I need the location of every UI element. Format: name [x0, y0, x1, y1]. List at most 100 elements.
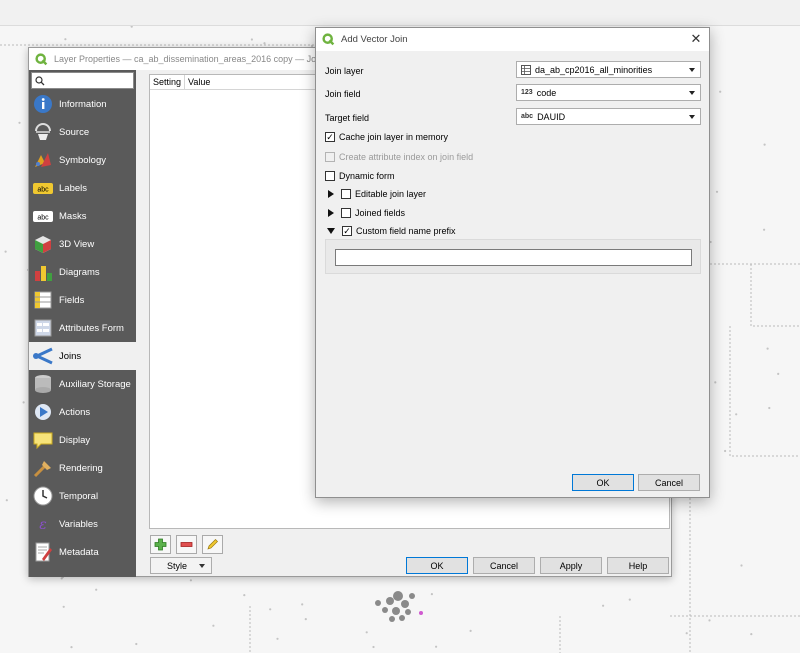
city-cluster: [375, 591, 415, 622]
table-layer-icon: [521, 64, 531, 75]
target-field-combo[interactable]: abc DAUID: [516, 108, 701, 125]
checkbox-box: [325, 152, 335, 162]
source-icon: [32, 121, 54, 143]
string-field-icon: abc: [521, 113, 534, 120]
sidebar-item-auxiliary-storage[interactable]: Auxiliary Storage: [29, 370, 136, 398]
checkmark-icon: ✓: [325, 131, 335, 142]
layer-properties-help-button[interactable]: Help: [607, 557, 669, 574]
svg-text:ε: ε: [39, 517, 47, 533]
join-layer-combo[interactable]: da_ab_cp2016_all_minorities: [516, 61, 701, 78]
expand-arrow-icon[interactable]: [328, 190, 334, 198]
editable-join-group[interactable]: Editable join layer: [328, 189, 426, 199]
joined-fields-label: Joined fields: [355, 208, 406, 218]
svg-text:abc: abc: [37, 215, 49, 222]
joined-fields-group[interactable]: Joined fields: [328, 208, 405, 218]
dialog-titlebar[interactable]: Add Vector Join: [316, 28, 709, 51]
sidebar-item-metadata[interactable]: Metadata: [29, 538, 136, 566]
sidebar-item-label: Fields: [59, 294, 85, 306]
target-field-label: Target field: [325, 113, 370, 123]
dynamic-form-checkbox[interactable]: Dynamic form: [325, 171, 395, 181]
collapse-arrow-icon[interactable]: [327, 228, 335, 234]
map-toolbar: [0, 0, 800, 26]
sidebar-item-label: Auxiliary Storage: [59, 378, 131, 390]
sidebar-item-temporal[interactable]: Temporal: [29, 482, 136, 510]
sidebar-item-label: Rendering: [59, 462, 103, 474]
display-icon: [32, 429, 54, 451]
column-header-setting[interactable]: Setting: [150, 75, 185, 89]
sidebar-item-label: 3D View: [59, 238, 95, 250]
join-field-label: Join field: [325, 89, 361, 99]
custom-prefix-group[interactable]: ✓ Custom field name prefix: [327, 226, 456, 236]
integer-field-icon: 123: [521, 89, 533, 96]
actions-icon: [32, 401, 54, 423]
3d-view-icon: [32, 233, 54, 255]
variables-icon: ε: [32, 513, 54, 535]
add-icon: [154, 538, 167, 551]
sidebar-item-attributes-form[interactable]: Attributes Form: [29, 314, 136, 342]
attributes-form-icon: [32, 317, 54, 339]
remove-icon: [180, 542, 193, 547]
fields-icon: [32, 289, 54, 311]
custom-prefix-label: Custom field name prefix: [356, 226, 456, 236]
ok-button-label: OK: [596, 477, 610, 488]
sidebar-item-label: Display: [59, 434, 91, 446]
sidebar-item-label: Attributes Form: [59, 322, 124, 334]
custom-prefix-input[interactable]: [335, 249, 692, 266]
sidebar-item-label: Diagrams: [59, 266, 100, 278]
layer-properties-sidebar: Information Source Symbology abc Labels abc Ma…: [29, 70, 136, 577]
cache-join-checkbox[interactable]: ✓ Cache join layer in memory: [325, 132, 448, 142]
chevron-down-icon: [199, 563, 205, 568]
add-join-button[interactable]: [150, 535, 171, 554]
expand-arrow-icon[interactable]: [328, 209, 334, 217]
chevron-down-icon: [689, 68, 695, 72]
sidebar-item-joins[interactable]: Joins: [29, 342, 136, 370]
diagrams-icon: [32, 261, 54, 283]
cache-join-label: Cache join layer in memory: [339, 132, 449, 142]
layer-properties-ok-button[interactable]: OK: [406, 557, 468, 574]
sidebar-item-3d-view[interactable]: 3D View: [29, 230, 136, 258]
add-vector-join-dialog: Add Vector Join ✕ Join layer da_ab_cp201…: [315, 27, 710, 498]
attribute-index-label: Create attribute index on join field: [339, 152, 474, 162]
sidebar-item-label: Variables: [59, 518, 98, 530]
sidebar-item-label: Joins: [59, 350, 82, 362]
chevron-down-icon: [689, 91, 695, 95]
checkbox-box[interactable]: [341, 208, 351, 218]
cancel-button-label: Cancel: [654, 477, 683, 488]
svg-text:abc: abc: [37, 187, 49, 194]
custom-prefix-panel: [325, 239, 701, 274]
sidebar-item-symbology[interactable]: Symbology: [29, 146, 136, 174]
dialog-cancel-button[interactable]: Cancel: [638, 474, 700, 491]
chevron-down-icon: [689, 115, 695, 119]
column-header-value[interactable]: Value: [185, 75, 325, 89]
close-icon[interactable]: ✕: [689, 32, 703, 46]
auxiliary-storage-icon: [32, 373, 54, 395]
sidebar-item-diagrams[interactable]: Diagrams: [29, 258, 136, 286]
sidebar-item-display[interactable]: Display: [29, 426, 136, 454]
sidebar-item-labels[interactable]: abc Labels: [29, 174, 136, 202]
temporal-icon: [32, 485, 54, 507]
dialog-ok-button[interactable]: OK: [572, 474, 634, 491]
layer-properties-cancel-button[interactable]: Cancel: [473, 557, 535, 574]
qgis-logo-icon: [322, 33, 335, 46]
apply-button-label: Apply: [559, 560, 583, 571]
sidebar-search-input[interactable]: [31, 72, 134, 89]
checkbox-box[interactable]: [341, 189, 351, 199]
remove-join-button[interactable]: [176, 535, 197, 554]
sidebar-item-actions[interactable]: Actions: [29, 398, 136, 426]
attribute-index-checkbox: Create attribute index on join field: [325, 152, 473, 162]
join-field-combo[interactable]: 123 code: [516, 84, 701, 101]
metadata-icon: [32, 541, 54, 563]
style-dropdown-button[interactable]: Style: [150, 557, 212, 574]
sidebar-item-information[interactable]: Information: [29, 90, 136, 118]
edit-join-button[interactable]: [202, 535, 223, 554]
join-toolbar: [150, 535, 223, 554]
sidebar-item-rendering[interactable]: Rendering: [29, 454, 136, 482]
sidebar-item-variables[interactable]: ε Variables: [29, 510, 136, 538]
checkmark-icon[interactable]: ✓: [342, 226, 352, 236]
sidebar-item-source[interactable]: Source: [29, 118, 136, 146]
layer-properties-apply-button[interactable]: Apply: [540, 557, 602, 574]
sidebar-item-masks[interactable]: abc Masks: [29, 202, 136, 230]
rendering-icon: [32, 457, 54, 479]
sidebar-item-fields[interactable]: Fields: [29, 286, 136, 314]
help-button-label: Help: [628, 560, 648, 571]
